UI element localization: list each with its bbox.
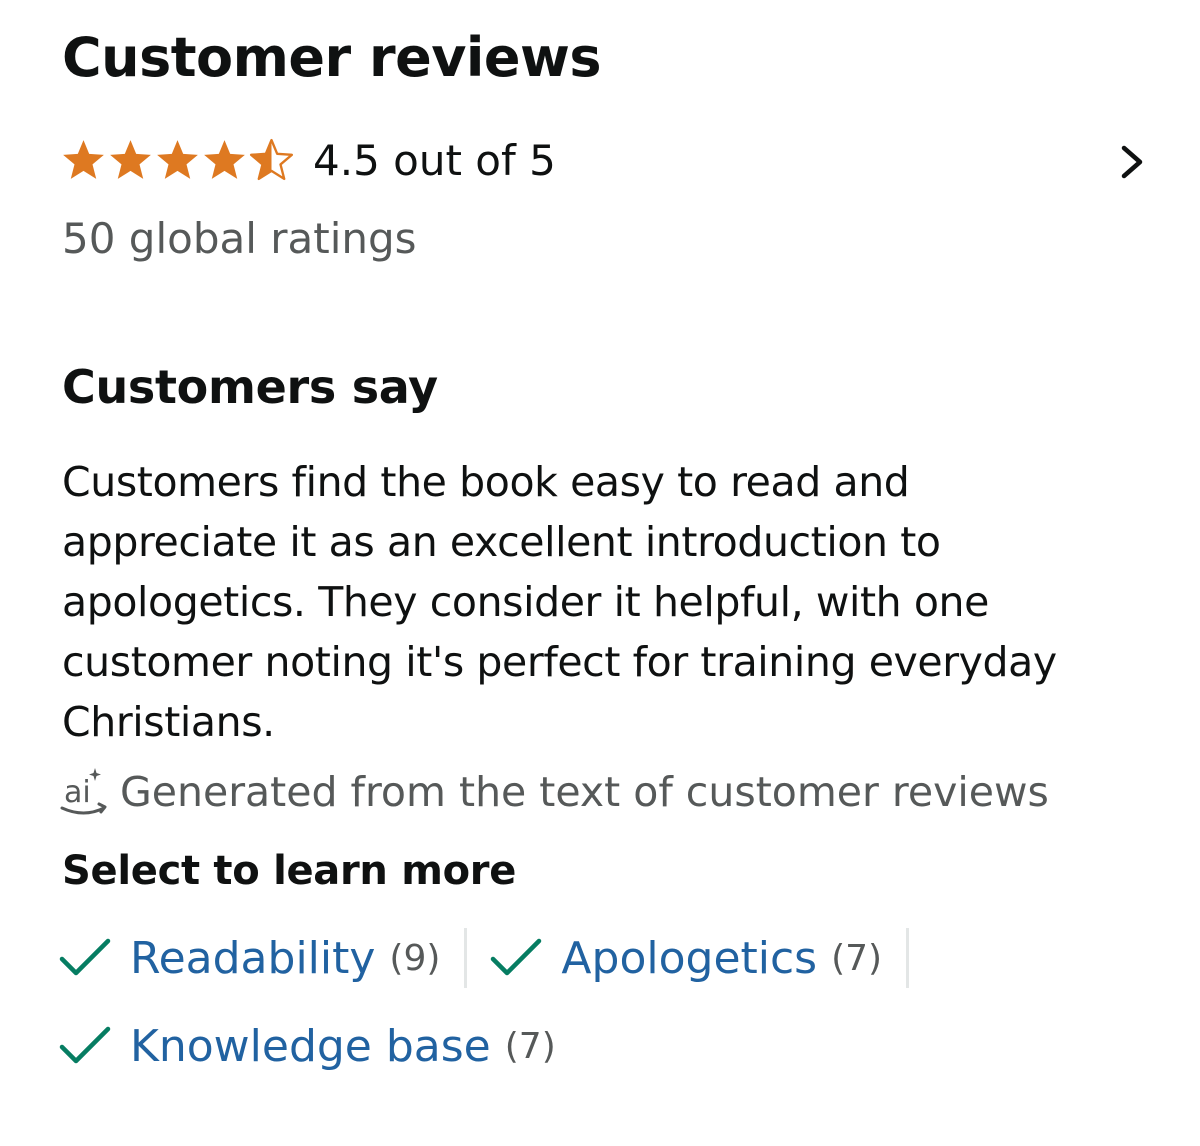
ai-disclaimer: ai Generated from the text of customer r… xyxy=(58,764,1049,820)
aspect-readability[interactable]: Readability (9) xyxy=(58,920,440,996)
star-rating xyxy=(60,137,295,184)
aspect-row: Readability (9) Apologetics (7) xyxy=(58,920,1158,996)
aspect-count: (7) xyxy=(831,937,883,979)
page-title: Customer reviews xyxy=(62,26,602,89)
ai-icon: ai xyxy=(60,768,107,815)
rating-summary[interactable]: 4.5 out of 5 xyxy=(60,132,1160,188)
learn-more-heading: Select to learn more xyxy=(62,848,517,894)
star-half-icon xyxy=(249,138,294,180)
checkmark-icon xyxy=(59,1026,111,1064)
aspect-row: Knowledge base (7) xyxy=(58,1008,1158,1084)
divider xyxy=(906,928,910,988)
star-full-icon xyxy=(63,139,104,179)
aspect-label: Knowledge base xyxy=(130,1020,491,1072)
aspect-list: Readability (9) Apologetics (7) Knowledg… xyxy=(58,920,1158,1096)
review-summary: Customers find the book easy to read and… xyxy=(62,458,1057,746)
aspect-count: (9) xyxy=(389,937,441,979)
aspect-knowledge-base[interactable]: Knowledge base (7) xyxy=(58,1008,556,1084)
rating-text: 4.5 out of 5 xyxy=(313,135,556,185)
star-full-icon xyxy=(204,139,245,179)
star-full-icon xyxy=(110,139,151,179)
svg-text:ai: ai xyxy=(64,775,91,810)
customers-say-title: Customers say xyxy=(62,360,438,414)
aspect-label: Readability xyxy=(130,932,376,984)
divider xyxy=(464,928,468,988)
chevron-right-icon[interactable] xyxy=(1106,134,1158,190)
global-ratings-count: 50 global ratings xyxy=(62,214,417,263)
aspect-label: Apologetics xyxy=(561,932,818,984)
checkmark-icon xyxy=(491,938,542,976)
disclaimer-text: Generated from the text of customer revi… xyxy=(120,768,1049,816)
aspect-count: (7) xyxy=(504,1025,556,1067)
aspect-apologetics[interactable]: Apologetics (7) xyxy=(489,920,882,996)
star-full-icon xyxy=(157,139,198,179)
checkmark-icon xyxy=(59,938,111,976)
